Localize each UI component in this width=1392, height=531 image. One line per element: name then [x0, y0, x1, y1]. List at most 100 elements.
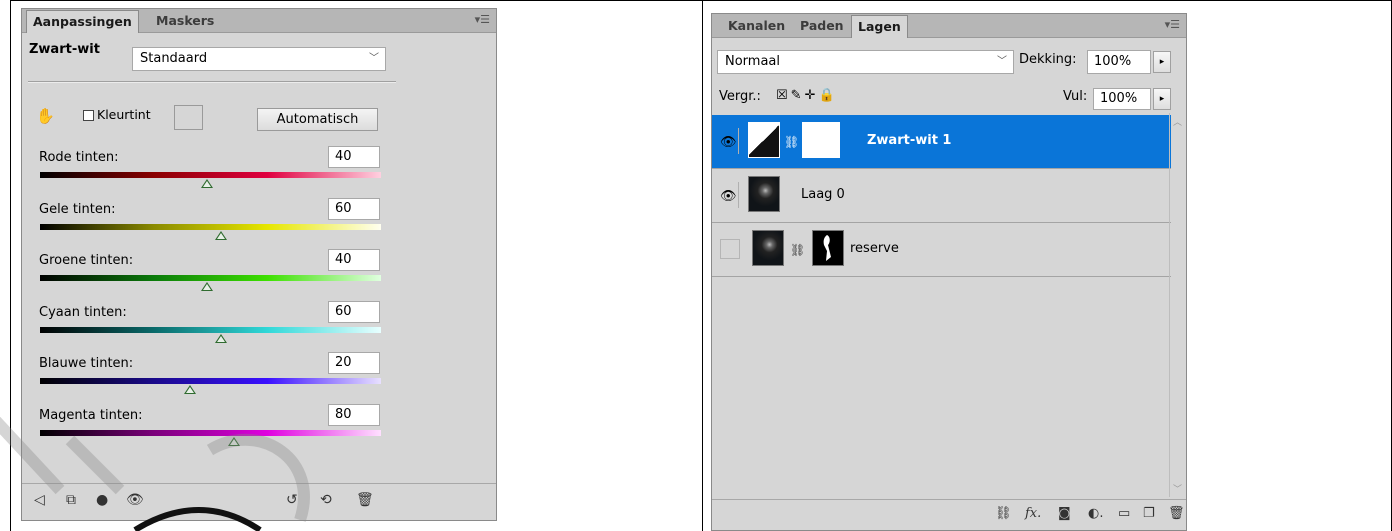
- scroll-up-icon[interactable]: ︿: [1173, 115, 1182, 128]
- slider-track[interactable]: [40, 378, 381, 384]
- tab-aanpassingen[interactable]: Aanpassingen: [26, 10, 139, 33]
- slider-label: Cyaan tinten:: [39, 304, 127, 320]
- clip-layer-icon[interactable]: ⧉: [66, 492, 76, 508]
- slider-value-input[interactable]: 60: [328, 300, 380, 323]
- frame-center-line: [702, 0, 703, 531]
- tint-checkbox[interactable]: [83, 110, 94, 121]
- tab-lagen[interactable]: Lagen: [851, 15, 908, 38]
- opacity-input[interactable]: 100%: [1087, 50, 1151, 74]
- preset-label: Zwart-wit: [29, 42, 100, 57]
- eye-icon: 👁: [720, 189, 737, 204]
- visibility-toggle[interactable]: 👁: [716, 128, 739, 154]
- scroll-down-icon[interactable]: ﹀: [1173, 482, 1182, 495]
- layers-scrollbar[interactable]: ︿ ﹀: [1169, 113, 1186, 497]
- adjustments-tabbar: Aanpassingen Maskers ▾☰: [22, 9, 496, 33]
- tab-kanalen[interactable]: Kanalen: [722, 15, 791, 37]
- opacity-value: 100%: [1094, 54, 1132, 69]
- slider-label: Magenta tinten:: [39, 407, 143, 423]
- adjustments-panel: Aanpassingen Maskers ▾☰ Zwart-wit Standa…: [21, 8, 497, 521]
- panel-menu-icon[interactable]: ▾☰: [475, 13, 490, 26]
- lock-icons: ☒✎✛🔒: [776, 88, 838, 103]
- reset-icon[interactable]: ⟲: [320, 492, 332, 508]
- tint-label: Kleurtint: [97, 107, 151, 122]
- visibility-toggle[interactable]: 👁: [716, 182, 739, 208]
- slider-track[interactable]: [40, 172, 381, 178]
- layers-bottom-bar: ⛓ fx. ◙ ◐. ▭ ❐ 🗑: [712, 499, 1186, 530]
- visibility-toggle[interactable]: [720, 239, 740, 259]
- lock-transparency-icon[interactable]: ☒: [776, 88, 791, 103]
- layers-panel: Kanalen Paden Lagen ▾☰ Normaal ﹀ Dekking…: [711, 13, 1187, 531]
- layer-name: reserve: [850, 241, 899, 256]
- layer-name: Zwart-wit 1: [867, 133, 952, 148]
- slider-thumb[interactable]: [214, 230, 227, 240]
- slider-value-input[interactable]: 40: [328, 249, 380, 271]
- slider-value-input[interactable]: 20: [328, 352, 380, 374]
- add-mask-icon[interactable]: ◙: [1058, 506, 1071, 521]
- slider-track[interactable]: [40, 326, 381, 333]
- adjustment-thumbnail: [748, 122, 780, 158]
- delete-icon[interactable]: 🗑: [1168, 506, 1185, 521]
- back-arrow-icon[interactable]: ◁: [34, 492, 45, 508]
- preset-select[interactable]: Standaard ﹀: [132, 47, 386, 71]
- tab-maskers[interactable]: Maskers: [150, 10, 220, 32]
- mask-thumbnail: [812, 230, 844, 266]
- mask-thumbnail: [802, 122, 840, 158]
- fill-input[interactable]: 100%: [1093, 88, 1151, 110]
- slider-track[interactable]: [40, 275, 381, 281]
- layer-name: Laag 0: [801, 187, 845, 202]
- targeted-adjustment-hand-icon[interactable]: ✋: [36, 107, 55, 125]
- fill-stepper[interactable]: ▸: [1153, 88, 1171, 110]
- tint-color-swatch[interactable]: [174, 105, 203, 130]
- tab-paden[interactable]: Paden: [794, 15, 850, 37]
- frame-left-line: [10, 0, 11, 531]
- slider-label: Rode tinten:: [39, 150, 119, 165]
- delete-icon[interactable]: 🗑: [356, 492, 374, 508]
- slider-thumb[interactable]: [214, 333, 227, 343]
- fx-icon[interactable]: fx.: [1025, 506, 1041, 521]
- slider-value-input[interactable]: 80: [328, 403, 380, 426]
- lock-paint-icon[interactable]: ✎: [791, 88, 805, 103]
- new-layer-icon[interactable]: ❐: [1143, 506, 1155, 521]
- layer-row-reserve[interactable]: ⛓ reserve: [712, 223, 1171, 277]
- divider: [28, 81, 396, 83]
- eye-icon: 👁: [720, 135, 737, 150]
- mask-toggle-icon[interactable]: ●: [96, 492, 108, 508]
- slider-value-input[interactable]: 60: [328, 197, 380, 220]
- layer-thumbnail: [748, 176, 780, 212]
- link-icon[interactable]: ⛓: [995, 506, 1012, 521]
- layer-row-zwart-wit-1[interactable]: 👁 ⛓ Zwart-wit 1: [712, 115, 1171, 169]
- frame-top-line: [10, 0, 1392, 1]
- blend-mode-select[interactable]: Normaal ﹀: [717, 50, 1014, 74]
- adjustment-icon[interactable]: ◐.: [1088, 506, 1103, 521]
- group-icon[interactable]: ▭: [1118, 506, 1130, 521]
- chevron-down-icon: ﹀: [369, 53, 379, 64]
- layers-tabbar: Kanalen Paden Lagen ▾☰: [712, 14, 1186, 38]
- lock-move-icon[interactable]: ✛: [805, 88, 819, 103]
- fill-value: 100%: [1100, 91, 1138, 106]
- slider-thumb[interactable]: [201, 179, 214, 188]
- link-chain-icon[interactable]: ⛓: [784, 135, 799, 149]
- chevron-down-icon: ﹀: [997, 56, 1007, 67]
- fill-label: Vul:: [1063, 89, 1088, 104]
- adjustments-bottom-bar: ◁ ⧉ ● 👁 ↺ ⟲ 🗑: [22, 483, 496, 520]
- link-chain-icon[interactable]: ⛓: [790, 243, 805, 257]
- opacity-stepper[interactable]: ▸: [1153, 51, 1171, 73]
- slider-label: Gele tinten:: [39, 201, 116, 217]
- layer-row-laag-0[interactable]: 👁 Laag 0: [712, 169, 1171, 223]
- blend-mode-value: Normaal: [725, 54, 781, 69]
- layer-thumbnail: [752, 230, 784, 266]
- slider-thumb[interactable]: [201, 282, 214, 291]
- visibility-eye-icon[interactable]: 👁: [126, 492, 144, 508]
- auto-button[interactable]: Automatisch: [257, 108, 378, 131]
- slider-value-input[interactable]: 40: [328, 146, 380, 168]
- slider-thumb[interactable]: [228, 436, 241, 446]
- preset-value: Standaard: [140, 51, 208, 66]
- slider-label: Blauwe tinten:: [39, 356, 134, 371]
- slider-track[interactable]: [40, 429, 381, 436]
- panel-menu-icon[interactable]: ▾☰: [1165, 18, 1180, 31]
- slider-track[interactable]: [40, 223, 381, 230]
- view-previous-icon[interactable]: ↺: [286, 492, 298, 508]
- opacity-label: Dekking:: [1019, 52, 1077, 67]
- slider-thumb[interactable]: [184, 385, 197, 394]
- lock-all-icon[interactable]: 🔒: [818, 88, 837, 103]
